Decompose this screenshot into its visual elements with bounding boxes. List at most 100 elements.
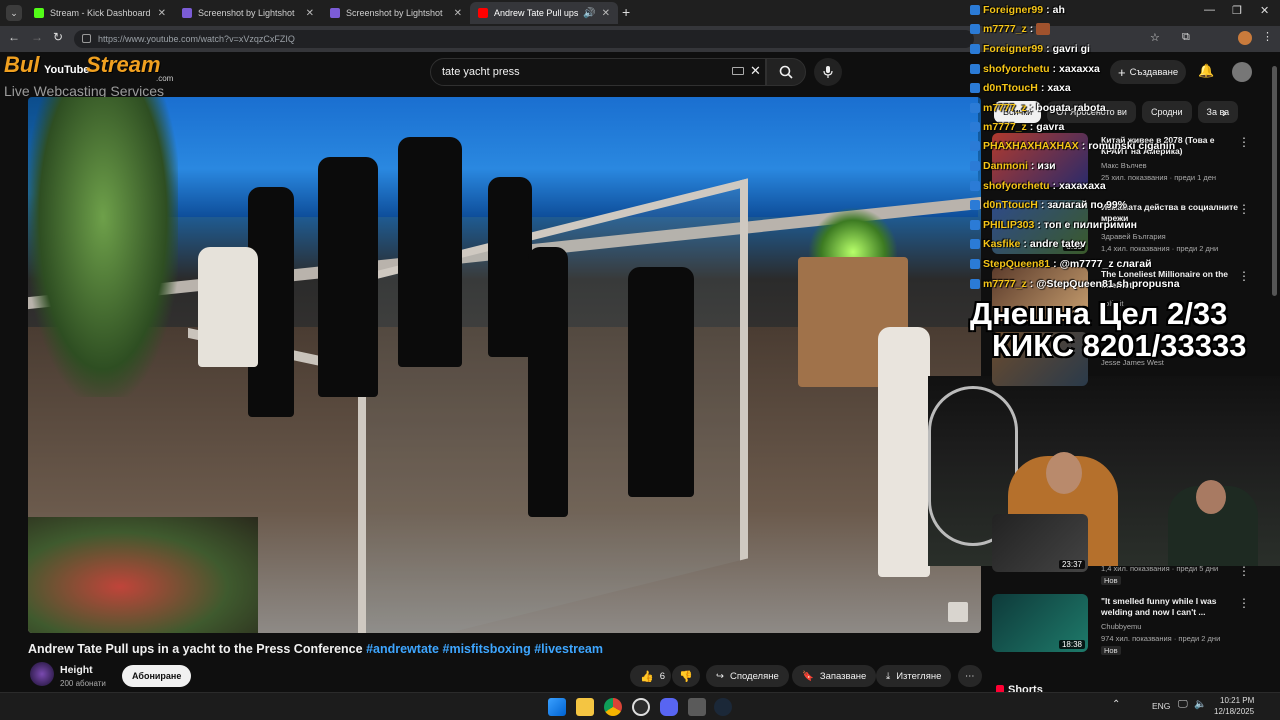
chat-line: PHILIP303: топ е пилигримин <box>970 216 1137 233</box>
share-button[interactable]: ↪ Споделяне <box>706 665 789 687</box>
tab-title: Screenshot by Lightshot <box>198 8 295 18</box>
hashtag-link[interactable]: #misfitsboxing <box>443 642 531 656</box>
site-info-icon[interactable] <box>82 34 91 43</box>
rec-video[interactable]: 23:37 1,4 хил. показвания · преди 5 дни … <box>988 514 1250 596</box>
chat-user: PHILIP303 <box>983 218 1035 231</box>
rec-thumbnail[interactable]: 18:38 <box>992 594 1088 652</box>
chat-badge-icon <box>970 278 980 289</box>
minimize-icon[interactable]: — <box>1204 4 1215 16</box>
reload-icon[interactable]: ↻ <box>53 30 63 44</box>
chat-badge-icon <box>970 219 980 230</box>
channel-name[interactable]: Height <box>60 664 93 676</box>
new-tab-icon[interactable]: + <box>622 4 630 20</box>
profile-avatar[interactable] <box>1238 31 1252 45</box>
save-button[interactable]: 🔖 Запазване <box>792 665 877 687</box>
chat-user: Foreigner99 <box>983 42 1044 55</box>
video-player[interactable] <box>28 97 981 633</box>
search-input[interactable]: tate yacht press <box>430 58 766 86</box>
browser-tab-active[interactable]: Andrew Tate Pull ups in a yac 🔊 ✕ <box>470 2 618 24</box>
rec-video[interactable]: 18:38 "It smelled funny while I was weld… <box>988 594 1250 655</box>
subscribe-button[interactable]: Абониране <box>122 665 192 687</box>
download-button[interactable]: ⤓ Изтегляне <box>876 665 952 687</box>
discord-icon[interactable] <box>660 698 678 716</box>
rec-thumbnail[interactable]: 23:37 <box>992 514 1088 572</box>
search-button[interactable] <box>766 58 806 86</box>
tray-chevron-icon[interactable]: ⌃ <box>1112 699 1120 710</box>
browser-tab[interactable]: Screenshot by Lightshot ✕ <box>174 2 322 24</box>
chat-badge-icon <box>970 258 980 269</box>
app-icon[interactable] <box>688 698 706 716</box>
more-actions-button[interactable]: ⋯ <box>958 665 982 687</box>
like-button[interactable]: 👍 6 <box>630 665 671 687</box>
chat-line: shofyorchetu: хахахаха <box>970 177 1106 194</box>
rec-title[interactable]: "It smelled funny while I was welding an… <box>1101 596 1239 618</box>
speaker-icon[interactable]: 🔊 <box>583 8 595 19</box>
close-tab-icon[interactable]: ✕ <box>602 8 610 19</box>
close-window-icon[interactable]: ✕ <box>1260 4 1269 17</box>
person-white-shirt <box>198 247 258 367</box>
bell-icon[interactable]: 🔔 <box>1198 63 1214 79</box>
browser-menu-icon[interactable]: ⋮ <box>1262 30 1273 43</box>
forward-icon[interactable]: → <box>31 30 43 44</box>
chat-user: shofyorchetu <box>983 62 1050 75</box>
file-explorer-icon[interactable] <box>576 698 594 716</box>
kicks-goal-text: КИКС 8201/33333 <box>992 328 1247 363</box>
hashtag-link[interactable]: #andrewtate <box>366 642 439 656</box>
youtube-favicon-icon <box>478 8 488 18</box>
tab-list-icon[interactable]: ⌄ <box>6 5 22 21</box>
account-avatar[interactable] <box>1232 62 1252 82</box>
chrome-icon[interactable] <box>604 698 622 716</box>
chat-line: m7777_z: gavra <box>970 118 1064 135</box>
daily-goal-text: Днешна Цел 2/33 <box>970 296 1228 331</box>
chat-line: StepQueen81: @m7777_z слагай <box>970 255 1152 272</box>
steam-icon[interactable] <box>714 698 732 716</box>
browser-tab[interactable]: Screenshot by Lightshot ✕ <box>322 2 470 24</box>
rec-channel[interactable]: Chubbyemu <box>1101 622 1141 631</box>
keyboard-icon[interactable] <box>732 67 744 75</box>
person-white-suit <box>878 327 930 577</box>
chat-message: хаха <box>1047 81 1071 94</box>
pool-water <box>118 97 978 217</box>
obs-icon[interactable] <box>632 698 650 716</box>
chat-message: ah <box>1052 3 1065 16</box>
like-count: 6 <box>659 670 665 682</box>
tree-foliage <box>28 97 178 397</box>
channel-avatar[interactable] <box>30 662 54 686</box>
chat-user: d0nTtoucH <box>983 81 1038 94</box>
more-icon[interactable]: ⋮ <box>1238 202 1250 216</box>
tab-title: Screenshot by Lightshot <box>346 8 443 18</box>
more-icon[interactable]: ⋮ <box>1238 269 1250 283</box>
chat-user: m7777_z <box>983 120 1027 133</box>
chat-line: Foreigner99: ah <box>970 1 1065 18</box>
clear-search-icon[interactable]: ✕ <box>750 63 761 79</box>
language-indicator[interactable]: ENG <box>1152 701 1170 711</box>
back-icon[interactable]: ← <box>8 30 20 44</box>
dislike-button[interactable]: 👎 <box>672 665 700 687</box>
chat-line: d0nTtoucH: хаха <box>970 79 1071 96</box>
more-icon[interactable]: ⋮ <box>1238 135 1250 149</box>
chat-message: хахахаха <box>1059 179 1106 192</box>
chat-message: хахахха <box>1059 62 1100 75</box>
share-label: Споделяне <box>729 670 779 682</box>
close-tab-icon[interactable]: ✕ <box>306 8 314 19</box>
clock-date[interactable]: 12/18/2025 <box>1214 707 1254 716</box>
chat-message: @StepQueen81 sh propusna <box>1036 277 1180 290</box>
maximize-icon[interactable]: ❐ <box>1232 4 1242 17</box>
close-tab-icon[interactable]: ✕ <box>454 8 462 19</box>
person <box>488 177 532 357</box>
hashtag-link[interactable]: #livestream <box>534 642 603 656</box>
address-bar[interactable]: https://www.youtube.com/watch?v=xVzqzCxF… <box>74 30 974 48</box>
browser-tab[interactable]: Stream - Kick Dashboard ✕ <box>26 2 174 24</box>
close-tab-icon[interactable]: ✕ <box>158 8 166 19</box>
pip-icon[interactable] <box>948 602 968 622</box>
windows-start-icon[interactable] <box>548 698 566 716</box>
more-icon[interactable]: ⋮ <box>1238 564 1250 578</box>
network-icon[interactable]: 🖵 <box>1178 699 1188 710</box>
chat-user: Danmoni <box>983 159 1028 172</box>
clock-time[interactable]: 10:21 PM <box>1220 696 1254 705</box>
voice-search-button[interactable] <box>814 58 842 86</box>
volume-icon[interactable]: 🔈 <box>1194 699 1206 710</box>
more-icon[interactable]: ⋮ <box>1238 596 1250 610</box>
scrollbar[interactable] <box>1272 66 1277 296</box>
subscriber-count: 200 абонати <box>60 679 106 688</box>
